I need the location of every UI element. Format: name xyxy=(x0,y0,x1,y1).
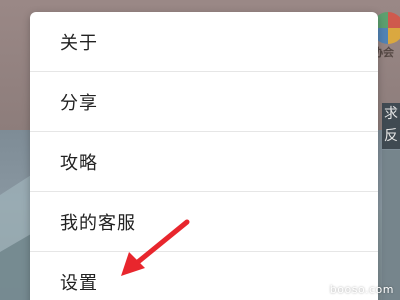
menu-item-settings[interactable]: 设置 xyxy=(30,252,378,300)
menu-item-guide[interactable]: 攻略 xyxy=(30,132,378,192)
menu-item-label: 设置 xyxy=(60,273,98,294)
background-strip xyxy=(382,150,400,300)
menu-item-label: 分享 xyxy=(60,92,98,114)
side-button-char-2: 反 xyxy=(384,128,398,144)
side-button-char-1: 求 xyxy=(384,106,398,122)
app-screen: 协会 求 反 关于 分享 攻略 我的客服 设置 booso.com xyxy=(0,0,400,300)
dropdown-menu: 关于 分享 攻略 我的客服 设置 xyxy=(30,12,378,300)
menu-item-about[interactable]: 关于 xyxy=(30,12,378,72)
menu-item-label: 关于 xyxy=(60,32,98,54)
menu-item-label: 攻略 xyxy=(60,152,98,174)
watermark-text: booso.com xyxy=(329,283,394,296)
side-floating-button[interactable]: 求 反 xyxy=(382,103,400,149)
menu-item-share[interactable]: 分享 xyxy=(30,72,378,132)
menu-item-customer-service[interactable]: 我的客服 xyxy=(30,192,378,252)
menu-item-label: 我的客服 xyxy=(60,212,136,234)
